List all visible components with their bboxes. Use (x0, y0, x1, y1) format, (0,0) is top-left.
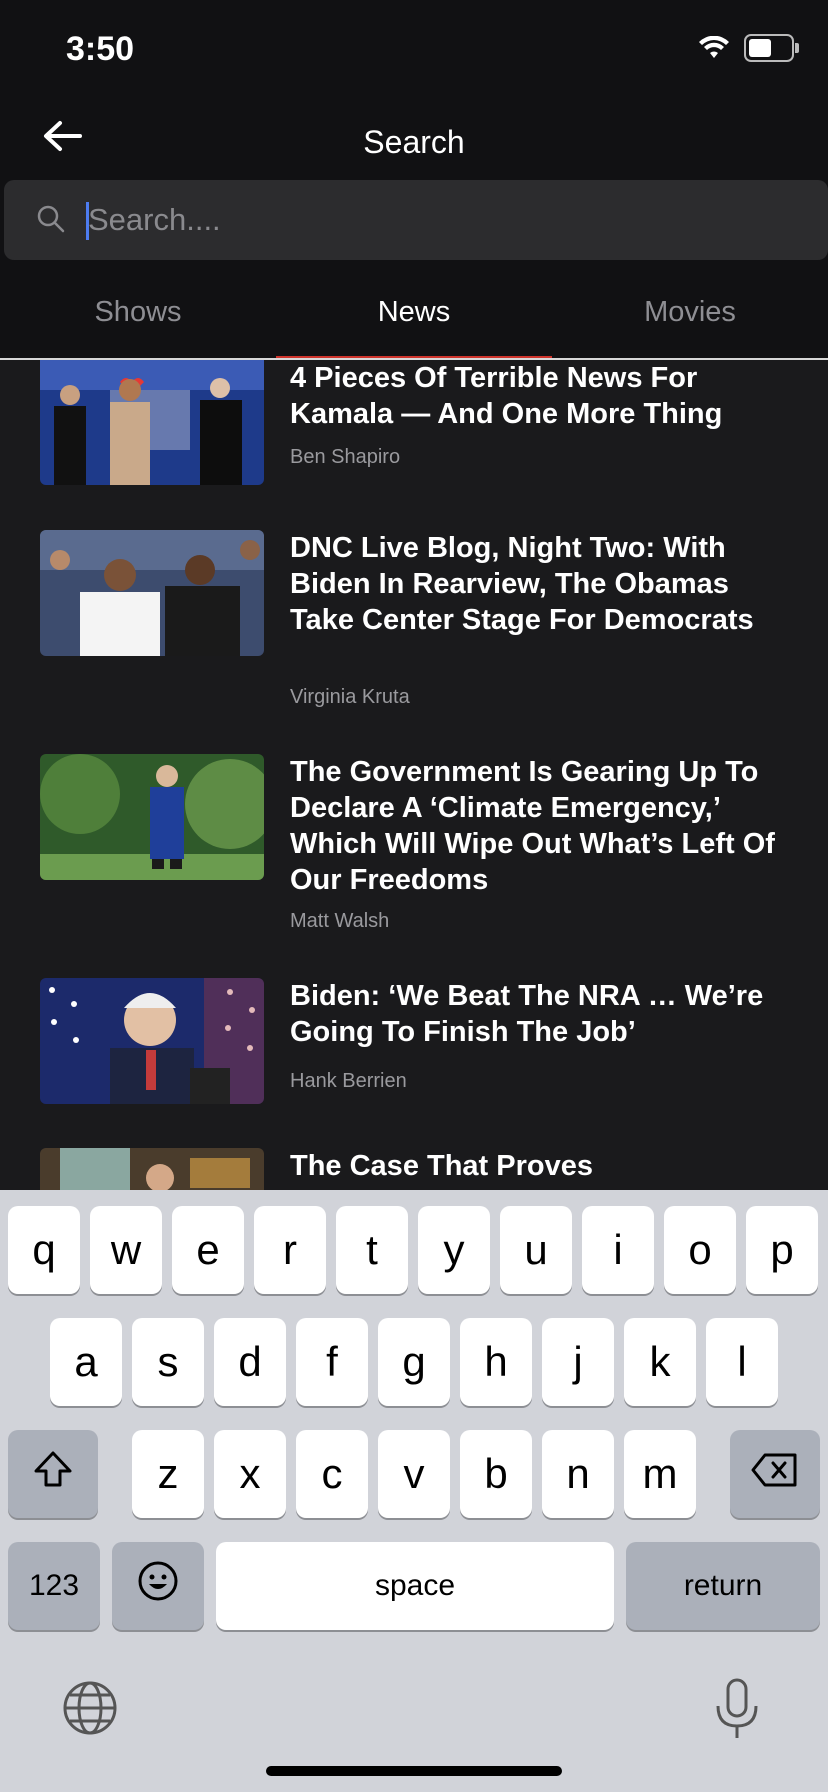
news-item[interactable]: The Case That Proves (0, 1148, 828, 1190)
shift-icon (32, 1449, 74, 1499)
status-bar: 3:50 (0, 0, 828, 100)
key-u[interactable]: u (500, 1206, 572, 1294)
news-thumbnail (40, 530, 264, 656)
keyboard: q w e r t y u i o p a s d f g h j k l z … (0, 1190, 828, 1792)
key-b[interactable]: b (460, 1430, 532, 1518)
emoji-icon (137, 1560, 179, 1612)
key-k[interactable]: k (624, 1318, 696, 1406)
key-w[interactable]: w (90, 1206, 162, 1294)
battery-icon (744, 34, 799, 62)
globe-icon (62, 1681, 118, 1740)
news-title: Biden: ‘We Beat The NRA … We’re Going To… (290, 980, 764, 1048)
key-c[interactable]: c (296, 1430, 368, 1518)
tab-news[interactable]: News (276, 266, 552, 358)
dictation-button[interactable] (712, 1678, 762, 1740)
header: Search (0, 100, 828, 180)
microphone-icon (712, 1678, 762, 1744)
key-f[interactable]: f (296, 1318, 368, 1406)
wifi-icon (698, 36, 730, 60)
news-thumbnail (40, 978, 264, 1104)
news-title: The Case That Proves (290, 1150, 593, 1182)
search-bar (0, 180, 828, 266)
news-item[interactable]: Biden: ‘We Beat The NRA … We’re Going To… (0, 978, 828, 1148)
news-title: The Government Is Gearing Up To Declare … (290, 756, 775, 896)
news-item[interactable]: 4 Pieces Of Terrible News For Kamala — A… (0, 360, 828, 500)
numbers-key[interactable]: 123 (8, 1542, 100, 1630)
tab-movies[interactable]: Movies (552, 266, 828, 358)
key-q[interactable]: q (8, 1206, 80, 1294)
key-g[interactable]: g (378, 1318, 450, 1406)
tab-shows[interactable]: Shows (0, 266, 276, 358)
key-h[interactable]: h (460, 1318, 532, 1406)
key-o[interactable]: o (664, 1206, 736, 1294)
key-e[interactable]: e (172, 1206, 244, 1294)
key-d[interactable]: d (214, 1318, 286, 1406)
backspace-icon (751, 1450, 799, 1498)
key-j[interactable]: j (542, 1318, 614, 1406)
key-t[interactable]: t (336, 1206, 408, 1294)
page-title: Search (363, 124, 465, 160)
return-key[interactable]: return (626, 1542, 820, 1630)
news-title: 4 Pieces Of Terrible News For Kamala — A… (290, 362, 723, 430)
key-r[interactable]: r (254, 1206, 326, 1294)
news-item[interactable]: DNC Live Blog, Night Two: With Biden In … (0, 530, 828, 730)
news-thumbnail (40, 754, 264, 880)
news-thumbnail (40, 360, 264, 485)
status-time: 3:50 (66, 30, 135, 68)
status-icons (698, 34, 799, 62)
key-a[interactable]: a (50, 1318, 122, 1406)
news-author: Virginia Kruta (290, 686, 410, 708)
backspace-key[interactable] (730, 1430, 820, 1518)
news-author: Ben Shapiro (290, 446, 401, 468)
news-thumbnail (40, 1148, 264, 1190)
key-z[interactable]: z (132, 1430, 204, 1518)
tab-bar: Shows News Movies (0, 266, 828, 358)
key-n[interactable]: n (542, 1430, 614, 1518)
text-caret (86, 202, 89, 240)
news-author: Matt Walsh (290, 910, 390, 932)
key-s[interactable]: s (132, 1318, 204, 1406)
news-item[interactable]: The Government Is Gearing Up To Declare … (0, 754, 828, 954)
key-p[interactable]: p (746, 1206, 818, 1294)
key-y[interactable]: y (418, 1206, 490, 1294)
news-author: Hank Berrien (290, 1070, 407, 1092)
search-icon (36, 204, 66, 239)
search-input[interactable] (84, 196, 788, 244)
key-l[interactable]: l (706, 1318, 778, 1406)
news-list[interactable]: 4 Pieces Of Terrible News For Kamala — A… (0, 360, 828, 1190)
news-title: DNC Live Blog, Night Two: With Biden In … (290, 532, 754, 636)
search-box[interactable] (4, 180, 828, 260)
shift-key[interactable] (8, 1430, 98, 1518)
space-key[interactable]: space (216, 1542, 614, 1630)
home-indicator (266, 1766, 562, 1776)
key-v[interactable]: v (378, 1430, 450, 1518)
key-x[interactable]: x (214, 1430, 286, 1518)
key-m[interactable]: m (624, 1430, 696, 1518)
globe-button[interactable] (62, 1680, 118, 1736)
emoji-key[interactable] (112, 1542, 204, 1630)
key-i[interactable]: i (582, 1206, 654, 1294)
